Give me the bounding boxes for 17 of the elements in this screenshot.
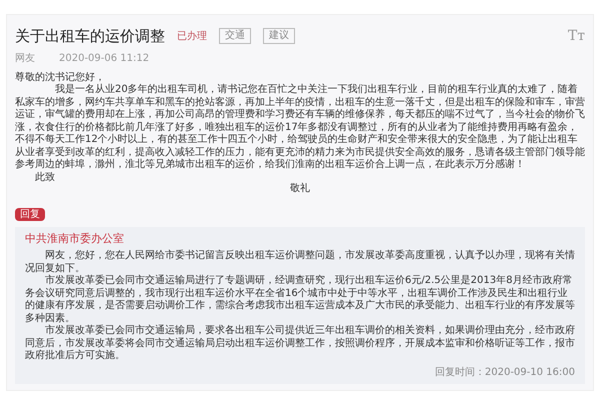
post-date: 2020-09-06 11:12 — [59, 52, 150, 66]
salute-text: 敬礼 — [290, 183, 310, 194]
author-name: 网友 — [15, 52, 35, 66]
reply-paragraph: 市发展改革委已会同市交通运输局进行了专题调研，经调查研究，现行出租车运价6元/2.5公里是2013年8月经市政府常务会议研究同意后调整的，我市现行出租车运价水平在全省16个城市中处于中等水平，出租车调价工作涉及民生和出租行业的健康有序发展，是否需要启动调价工作，需综合考虑我市出租车运营成本及广大市民的承受能力、出租车行业的有序发展等多种因素。 — [25, 275, 575, 324]
status-label: 已办理 — [177, 30, 207, 44]
letter-paragraph: 我是一名从业20多年的出租车司机，请书记您在百忙之中关注一下我们出租车行业，目前的租车行业真的太难了，随着私家车的增多，网约车共享单车和黑车的抢站客源，再加上半年的疫情，出租车的生意一落千丈，但是出租车的保险和审车，审营运证，审气罐的费用却在上涨，再加公司高昂的管理费和学习费还有车辆的维修保养，每天都压的喘不过气了，当今社会的物价飞涨，衣食住行的价格都比前几年涨了好多，唯独出租车的运价17年多都没有调整过，所有的从业者为了能维持费用再略有盈余，不得不每天工作12个小时以上，有的甚至工作十四五个小时，给驾驶员的生命财产和安全带来很大的安全隐患，为了能让出租车从业者享受到改革的红利，提高收入减轻工作的压力，能有更充沛的精力来为市民提供安全高效的服务，恳请各级主管部门领导能参考周边的蚌埠，滁州，淮北等兄弟城市出租车的运价，给我们淮南的出租车运价合上调一点，在此表示万分感谢！ — [15, 84, 585, 172]
closing-text: 此致 — [35, 172, 55, 182]
reply-organization: 中共淮南市委办公室 — [25, 230, 125, 246]
greeting-text: 尊敬的沈书记您好， — [15, 72, 106, 84]
reply-paragraph: 市发展改革委已会同市交通运输局，要求各出租车公司提供近三年出租车调价的相关资料，如果调价理由充分，经市政府同意后，市发展改革委将会同市交通运输局启动出租车运价调整工作，按照调价程序，开展成本监审和价格听证等工作，报市政府批准后方可实施。 — [25, 325, 575, 362]
reply-paragraph: 网友，您好，您在人民网给市委书记留言反映出租车运价调整问题，市发展改革委高度重视，认真予以办理，现将有关情况回复如下。 — [25, 250, 575, 274]
tag[interactable]: 交通 — [219, 28, 251, 44]
tag[interactable]: 建议 — [263, 28, 295, 44]
reply-badge: 回复 — [15, 208, 45, 220]
reply-time: 回复时间：2020-09-10 16:00 — [434, 366, 575, 380]
font-size-toggle[interactable]: Tт — [568, 26, 585, 47]
message-title: 关于出租车的运价调整 — [15, 26, 165, 47]
